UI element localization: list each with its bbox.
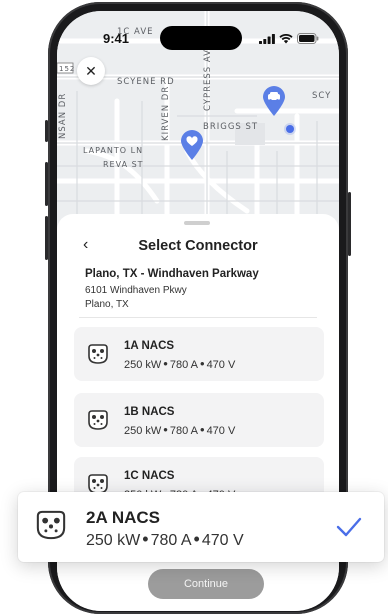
battery-icon — [297, 33, 319, 44]
continue-button[interactable]: Continue — [148, 569, 264, 599]
car-icon — [263, 86, 285, 116]
station-pin-favorite[interactable] — [179, 129, 205, 161]
selected-connector-card-2a[interactable]: 2A NACS 250 kW • 780 A • 470 V — [18, 492, 384, 562]
selected-connector-power: 250 kW — [86, 532, 141, 549]
separator-dot: • — [163, 356, 168, 371]
map-label-kirven-dr: KIRVEN DR — [161, 85, 171, 141]
connector-voltage: 470 V — [206, 359, 236, 371]
close-icon: ✕ — [85, 62, 97, 79]
volume-up-button — [45, 162, 48, 206]
dynamic-island — [160, 26, 242, 50]
mute-switch — [45, 120, 48, 142]
map-label-scyene-rd-edge: SCY — [312, 91, 332, 101]
heart-icon — [181, 130, 203, 160]
status-bar: 9:41 — [57, 11, 339, 51]
connector-card-1b[interactable]: 1B NACS 250 kW • 780 A • 470 V — [74, 393, 324, 447]
map-label-briggs-st: BRIGGS ST — [203, 122, 259, 132]
station-pin-car[interactable] — [261, 85, 287, 117]
connector-name: 1A NACS — [124, 340, 175, 352]
selected-connector-current: 780 A — [150, 532, 192, 549]
separator-dot: • — [200, 356, 205, 371]
connector-specs: 250 kW•780 A•470 V — [124, 422, 235, 437]
station-address-line1: 6101 Windhaven Pkwy — [85, 285, 187, 296]
map-label-lapanto-ln: LAPANTO LN — [83, 146, 144, 155]
connector-card-1a[interactable]: 1A NACS 250 kW • 780 A • 470 V — [74, 327, 324, 381]
user-location-dot — [286, 125, 294, 133]
volume-down-button — [45, 216, 48, 260]
connector-name: 1B NACS — [124, 406, 175, 418]
connector-name: 1C NACS — [124, 470, 175, 482]
checkmark-icon — [336, 517, 362, 537]
separator-dot: • — [193, 529, 200, 549]
connector-specs: 250 kW•780 A•470 V — [124, 356, 235, 371]
map-label-cypress-ave: CYPRESS AVE — [203, 42, 213, 111]
status-time: 9:41 — [103, 31, 130, 46]
station-name: Plano, TX - Windhaven Parkway — [85, 268, 259, 280]
map-label-hwy: 152 — [59, 65, 76, 73]
connector-power: 250 kW — [124, 425, 162, 437]
selected-connector-name: 2A NACS — [86, 508, 160, 527]
connector-current: 780 A — [169, 425, 198, 437]
station-address-line2: Plano, TX — [85, 299, 129, 310]
connector-voltage: 470 V — [206, 425, 236, 437]
sheet-drag-handle[interactable] — [184, 221, 210, 225]
map-label-van-dr: NSAN DR — [58, 92, 68, 139]
power-button — [348, 192, 351, 256]
station-address: 6101 Windhaven Pkwy Plano, TX — [85, 284, 187, 312]
separator-dot: • — [142, 529, 149, 549]
map-label-reva-st: REVA ST — [103, 160, 144, 169]
status-icons — [259, 33, 319, 44]
separator-dot: • — [200, 422, 205, 437]
separator-dot: • — [163, 422, 168, 437]
nacs-connector-icon — [88, 344, 108, 364]
connector-power: 250 kW — [124, 359, 162, 371]
divider — [79, 317, 317, 318]
selected-connector-voltage: 470 V — [201, 532, 244, 549]
close-button[interactable]: ✕ — [77, 57, 105, 85]
nacs-connector-icon — [88, 410, 108, 430]
signal-icon — [259, 33, 275, 44]
nacs-connector-icon — [36, 510, 66, 540]
connector-current: 780 A — [169, 359, 198, 371]
wifi-icon — [279, 33, 293, 43]
selected-connector-specs: 250 kW • 780 A • 470 V — [86, 529, 244, 550]
sheet-title: Select Connector — [138, 238, 258, 254]
